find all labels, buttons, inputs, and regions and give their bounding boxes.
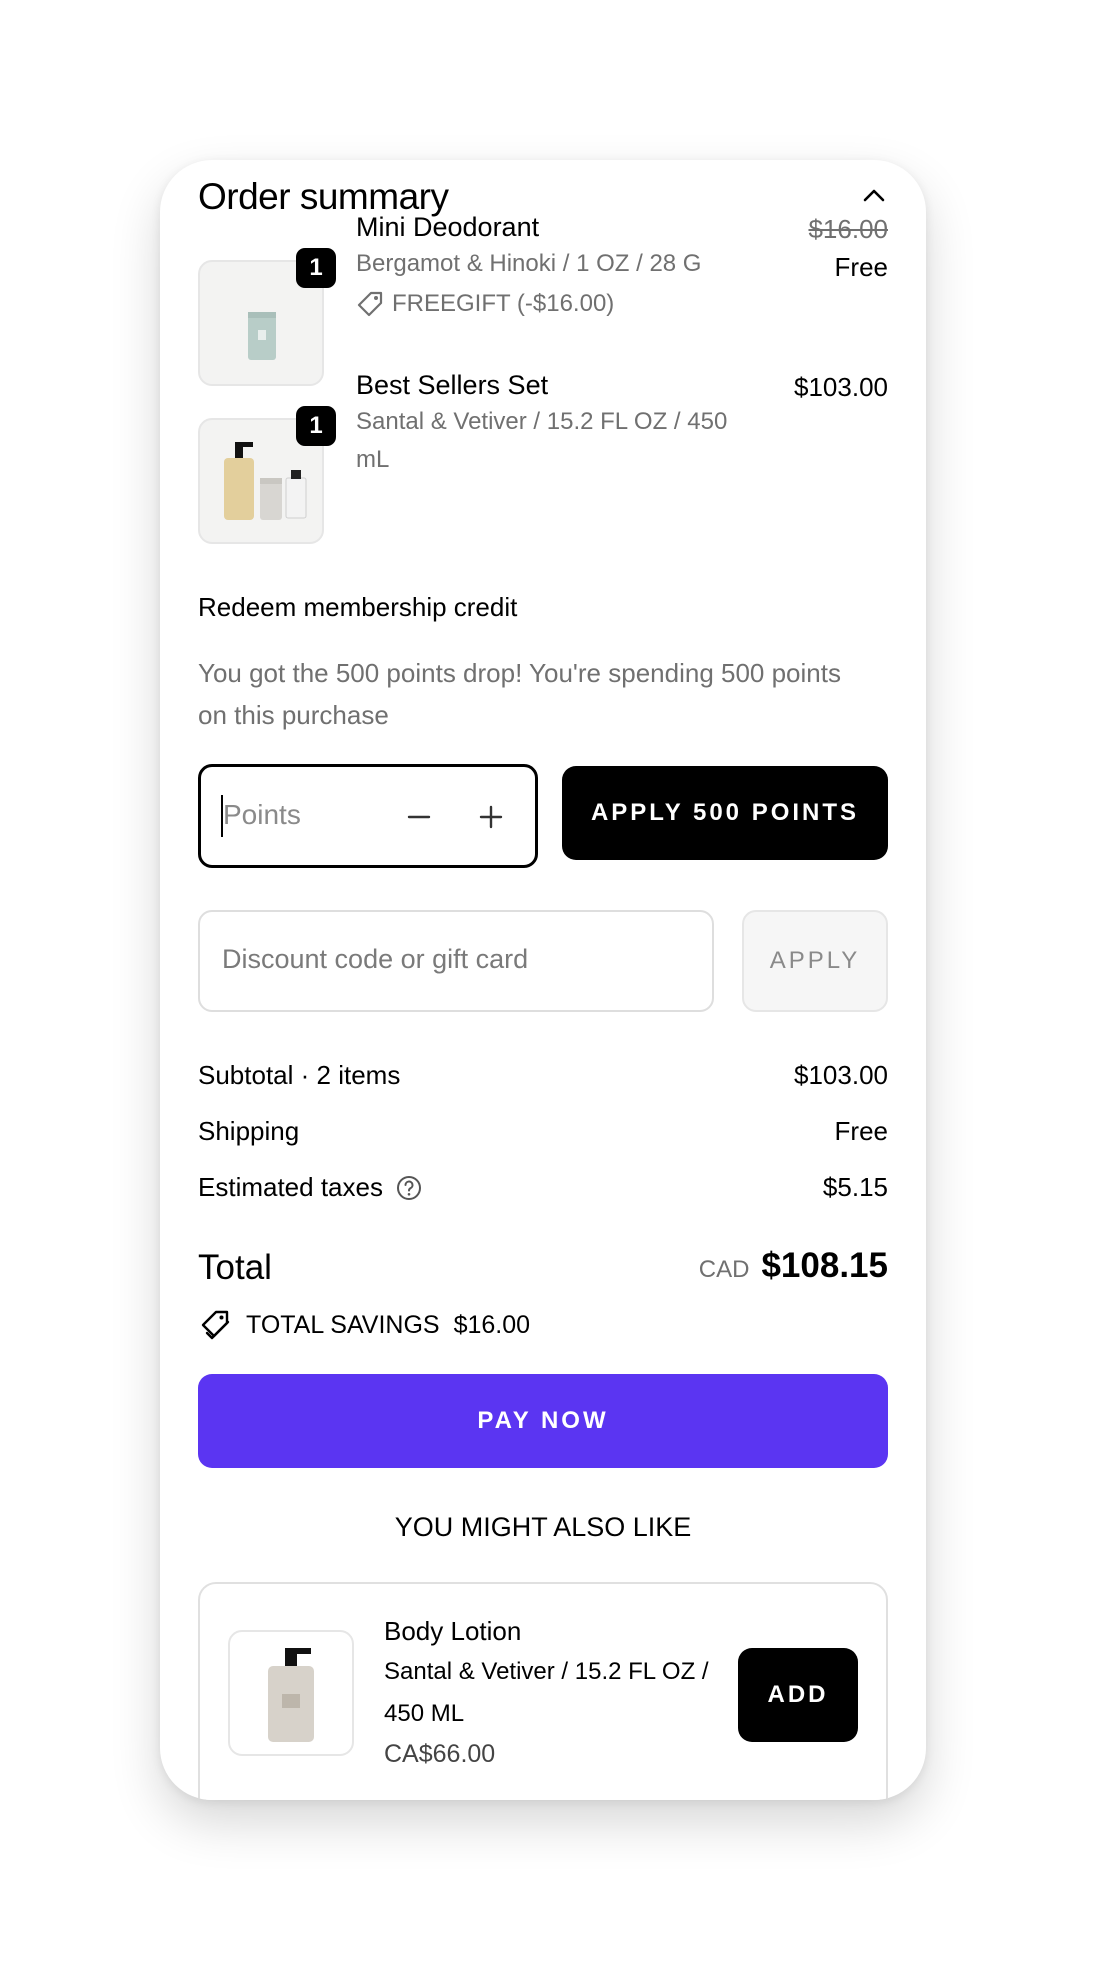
taxes-label: Estimated taxes (198, 1172, 383, 1202)
taxes-row: Estimated taxes (198, 1172, 423, 1203)
shipping-label: Shipping (198, 1116, 300, 1146)
shipping-value: Free (834, 1116, 888, 1146)
quantity-badge: 1 (296, 406, 336, 446)
discount-code: FREEGIFT (-$16.00) (392, 290, 615, 317)
discount-tag: FREEGIFT (-$16.00) (356, 290, 614, 318)
add-upsell-button[interactable]: ADD (738, 1648, 858, 1742)
product-variant: Santal & Vetiver / 15.2 FL OZ / 450 (356, 408, 728, 435)
quantity-badge: 1 (296, 248, 336, 288)
points-input[interactable]: Points (223, 799, 301, 831)
original-price: $16.00 (808, 214, 888, 244)
total-label: Total (198, 1248, 272, 1287)
subtotal-value: $103.00 (794, 1060, 888, 1090)
tag-icon (357, 291, 383, 317)
total-savings: TOTAL SAVINGS $16.00 (198, 1308, 530, 1342)
product-variant: Bergamot & Hinoki / 1 OZ / 28 G (356, 250, 702, 277)
membership-note: You got the 500 points drop! You're spen… (198, 658, 841, 688)
apply-points-button[interactable]: APPLY 500 POINTS (562, 766, 888, 860)
total-amount: CAD $108.15 (699, 1246, 888, 1286)
minus-icon[interactable] (405, 803, 433, 831)
points-stepper: Points (198, 764, 538, 868)
item-price: $103.00 (794, 372, 888, 402)
pay-now-button[interactable]: PAY NOW (198, 1374, 888, 1468)
membership-note-continued: on this purchase (198, 700, 389, 730)
total-value: $108.15 (761, 1246, 888, 1285)
upsell-product-thumbnail (228, 1630, 354, 1756)
upsell-product-name: Body Lotion (384, 1616, 522, 1646)
discount-input[interactable]: Discount code or gift card (222, 944, 528, 975)
body-lotion-image (268, 1648, 314, 1742)
savings-value: $16.00 (453, 1310, 531, 1339)
tags-icon (201, 1310, 230, 1340)
upsell-card: Body Lotion Santal & Vetiver / 15.2 FL O… (198, 1582, 888, 1800)
product-variant-continued: mL (356, 446, 390, 473)
subtotal-label: Subtotal · 2 items (198, 1060, 401, 1090)
membership-heading: Redeem membership credit (198, 592, 518, 622)
taxes-value: $5.15 (822, 1172, 888, 1202)
upsell-product-variant-continued: 450 ML (384, 1700, 465, 1727)
chevron-up-icon[interactable] (862, 186, 886, 204)
upsell-product-price: CA$66.00 (384, 1740, 496, 1768)
product-name: Mini Deodorant (356, 212, 540, 242)
apply-discount-button[interactable]: APPLY (742, 910, 888, 1012)
item-price: Free (834, 252, 888, 282)
order-summary-card: Order summary 1 Mini Deodorant Bergamot … (160, 160, 926, 1800)
discount-code-field[interactable]: Discount code or gift card (198, 910, 714, 1012)
currency-code: CAD (698, 1256, 750, 1283)
help-circle-icon[interactable] (395, 1174, 423, 1202)
savings-label: TOTAL SAVINGS (246, 1310, 440, 1339)
product-name: Best Sellers Set (356, 370, 549, 400)
upsell-product-variant: Santal & Vetiver / 15.2 FL OZ / (384, 1658, 709, 1685)
plus-icon[interactable] (477, 803, 505, 831)
upsell-heading: YOU MIGHT ALSO LIKE (394, 1512, 692, 1542)
